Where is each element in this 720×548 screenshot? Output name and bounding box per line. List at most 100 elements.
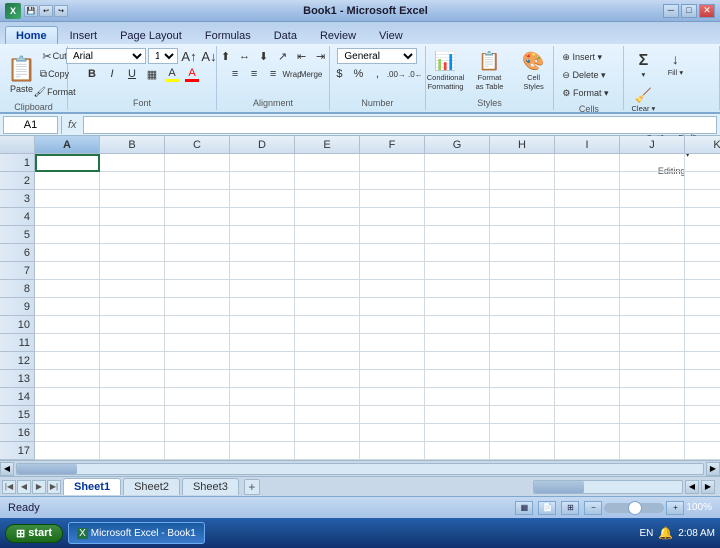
grid-cell[interactable] (620, 154, 685, 172)
grid-cell[interactable] (425, 226, 490, 244)
grid-cell[interactable] (425, 280, 490, 298)
grid-cell[interactable] (35, 370, 100, 388)
grid-cell[interactable] (295, 388, 360, 406)
grid-cell[interactable] (35, 352, 100, 370)
grid-cell[interactable] (555, 352, 620, 370)
grid-cell[interactable] (230, 406, 295, 424)
underline-button[interactable]: U (123, 66, 141, 82)
grid-cell[interactable] (685, 424, 720, 442)
grid-cell[interactable] (555, 334, 620, 352)
close-button[interactable]: ✕ (699, 4, 715, 18)
grid-cell[interactable] (425, 370, 490, 388)
indent-increase-button[interactable]: ⇥ (312, 48, 330, 64)
grid-cell[interactable] (620, 226, 685, 244)
conditional-formatting-button[interactable]: 📊 ConditionalFormatting (425, 48, 467, 94)
sheet-tab-3[interactable]: Sheet3 (182, 478, 239, 495)
grid-cell[interactable] (685, 262, 720, 280)
grid-cell[interactable] (490, 352, 555, 370)
align-left-button[interactable]: ≡ (226, 66, 244, 82)
grid-cell[interactable] (35, 244, 100, 262)
grid-cell[interactable] (555, 244, 620, 262)
zoom-thumb[interactable] (628, 501, 642, 515)
grid-cell[interactable] (490, 244, 555, 262)
col-header-c[interactable]: C (165, 136, 230, 153)
last-sheet-button[interactable]: ▶| (47, 480, 61, 494)
format-button[interactable]: ⚙ Format ▾ (558, 85, 612, 101)
zoom-out-button[interactable]: − (584, 501, 602, 515)
grid-cell[interactable] (490, 262, 555, 280)
page-break-view-button[interactable]: ⊞ (561, 501, 579, 515)
grid-cell[interactable] (620, 172, 685, 190)
grid-cell[interactable] (35, 154, 100, 172)
grid-cell[interactable] (620, 442, 685, 460)
grid-cell[interactable] (425, 316, 490, 334)
grid-cell[interactable] (685, 154, 720, 172)
tab-scrollbar[interactable] (533, 480, 683, 494)
grid-cell[interactable] (35, 388, 100, 406)
tab-scroll-right-btn[interactable]: ▶ (701, 480, 715, 494)
grid-cell[interactable] (165, 262, 230, 280)
grid-cell[interactable] (100, 388, 165, 406)
grid-cell[interactable] (230, 208, 295, 226)
grid-cell[interactable] (490, 208, 555, 226)
font-color-button[interactable]: A (183, 66, 201, 82)
text-direction-button[interactable]: ↗ (274, 48, 292, 64)
grid-cell[interactable] (100, 154, 165, 172)
sheet-tab-1[interactable]: Sheet1 (63, 478, 121, 495)
grid-cell[interactable] (100, 424, 165, 442)
grid-cell[interactable] (360, 244, 425, 262)
tab-scroll-thumb[interactable] (534, 481, 584, 493)
row-header-3[interactable]: 3 (0, 190, 34, 208)
grid-cell[interactable] (685, 172, 720, 190)
col-header-a[interactable]: A (35, 136, 100, 153)
grid-cell[interactable] (360, 370, 425, 388)
grid-cell[interactable] (165, 280, 230, 298)
grid-cell[interactable] (425, 388, 490, 406)
prev-sheet-button[interactable]: ◀ (17, 480, 31, 494)
grid-cell[interactable] (360, 298, 425, 316)
autosum-button[interactable]: Σ ▾ (628, 48, 658, 82)
grid-cell[interactable] (100, 370, 165, 388)
grid-cell[interactable] (360, 190, 425, 208)
grid-cell[interactable] (165, 442, 230, 460)
grid-cell[interactable] (490, 226, 555, 244)
grid-cell[interactable] (295, 280, 360, 298)
col-header-i[interactable]: I (555, 136, 620, 153)
fill-color-button[interactable]: A (163, 66, 181, 82)
row-header-4[interactable]: 4 (0, 208, 34, 226)
grid-cell[interactable] (295, 424, 360, 442)
row-header-14[interactable]: 14 (0, 388, 34, 406)
grid-cell[interactable] (360, 172, 425, 190)
grid-cell[interactable] (555, 280, 620, 298)
grid-cell[interactable] (685, 442, 720, 460)
grid-cell[interactable] (685, 226, 720, 244)
tab-data[interactable]: Data (263, 26, 308, 44)
align-top-button[interactable]: ⬆ (217, 48, 235, 64)
grid-cell[interactable] (360, 280, 425, 298)
grid-cell[interactable] (295, 334, 360, 352)
grid-cell[interactable] (295, 406, 360, 424)
grid-cell[interactable] (555, 406, 620, 424)
grid-cell[interactable] (620, 424, 685, 442)
grid-cell[interactable] (165, 334, 230, 352)
window-controls[interactable]: ─ □ ✕ (663, 4, 715, 18)
grid-cell[interactable] (165, 370, 230, 388)
grid-cell[interactable] (230, 316, 295, 334)
grid-cell[interactable] (165, 406, 230, 424)
grid-cell[interactable] (425, 190, 490, 208)
grid-cell[interactable] (620, 334, 685, 352)
grid-cell[interactable] (230, 154, 295, 172)
cell-reference-box[interactable] (3, 116, 58, 134)
grid-cell[interactable] (620, 406, 685, 424)
grid-cell[interactable] (35, 262, 100, 280)
grid-cell[interactable] (425, 262, 490, 280)
indent-decrease-button[interactable]: ⇤ (293, 48, 311, 64)
bold-button[interactable]: B (83, 66, 101, 82)
grid-cell[interactable] (555, 388, 620, 406)
wrap-text-button[interactable]: Wrap (283, 66, 301, 82)
format-as-table-button[interactable]: 📋 Formatas Table (469, 48, 511, 94)
tab-scroll-left[interactable]: ◀ (685, 480, 699, 494)
grid-cell[interactable] (35, 442, 100, 460)
grid-cell[interactable] (685, 280, 720, 298)
grid-cell[interactable] (685, 406, 720, 424)
